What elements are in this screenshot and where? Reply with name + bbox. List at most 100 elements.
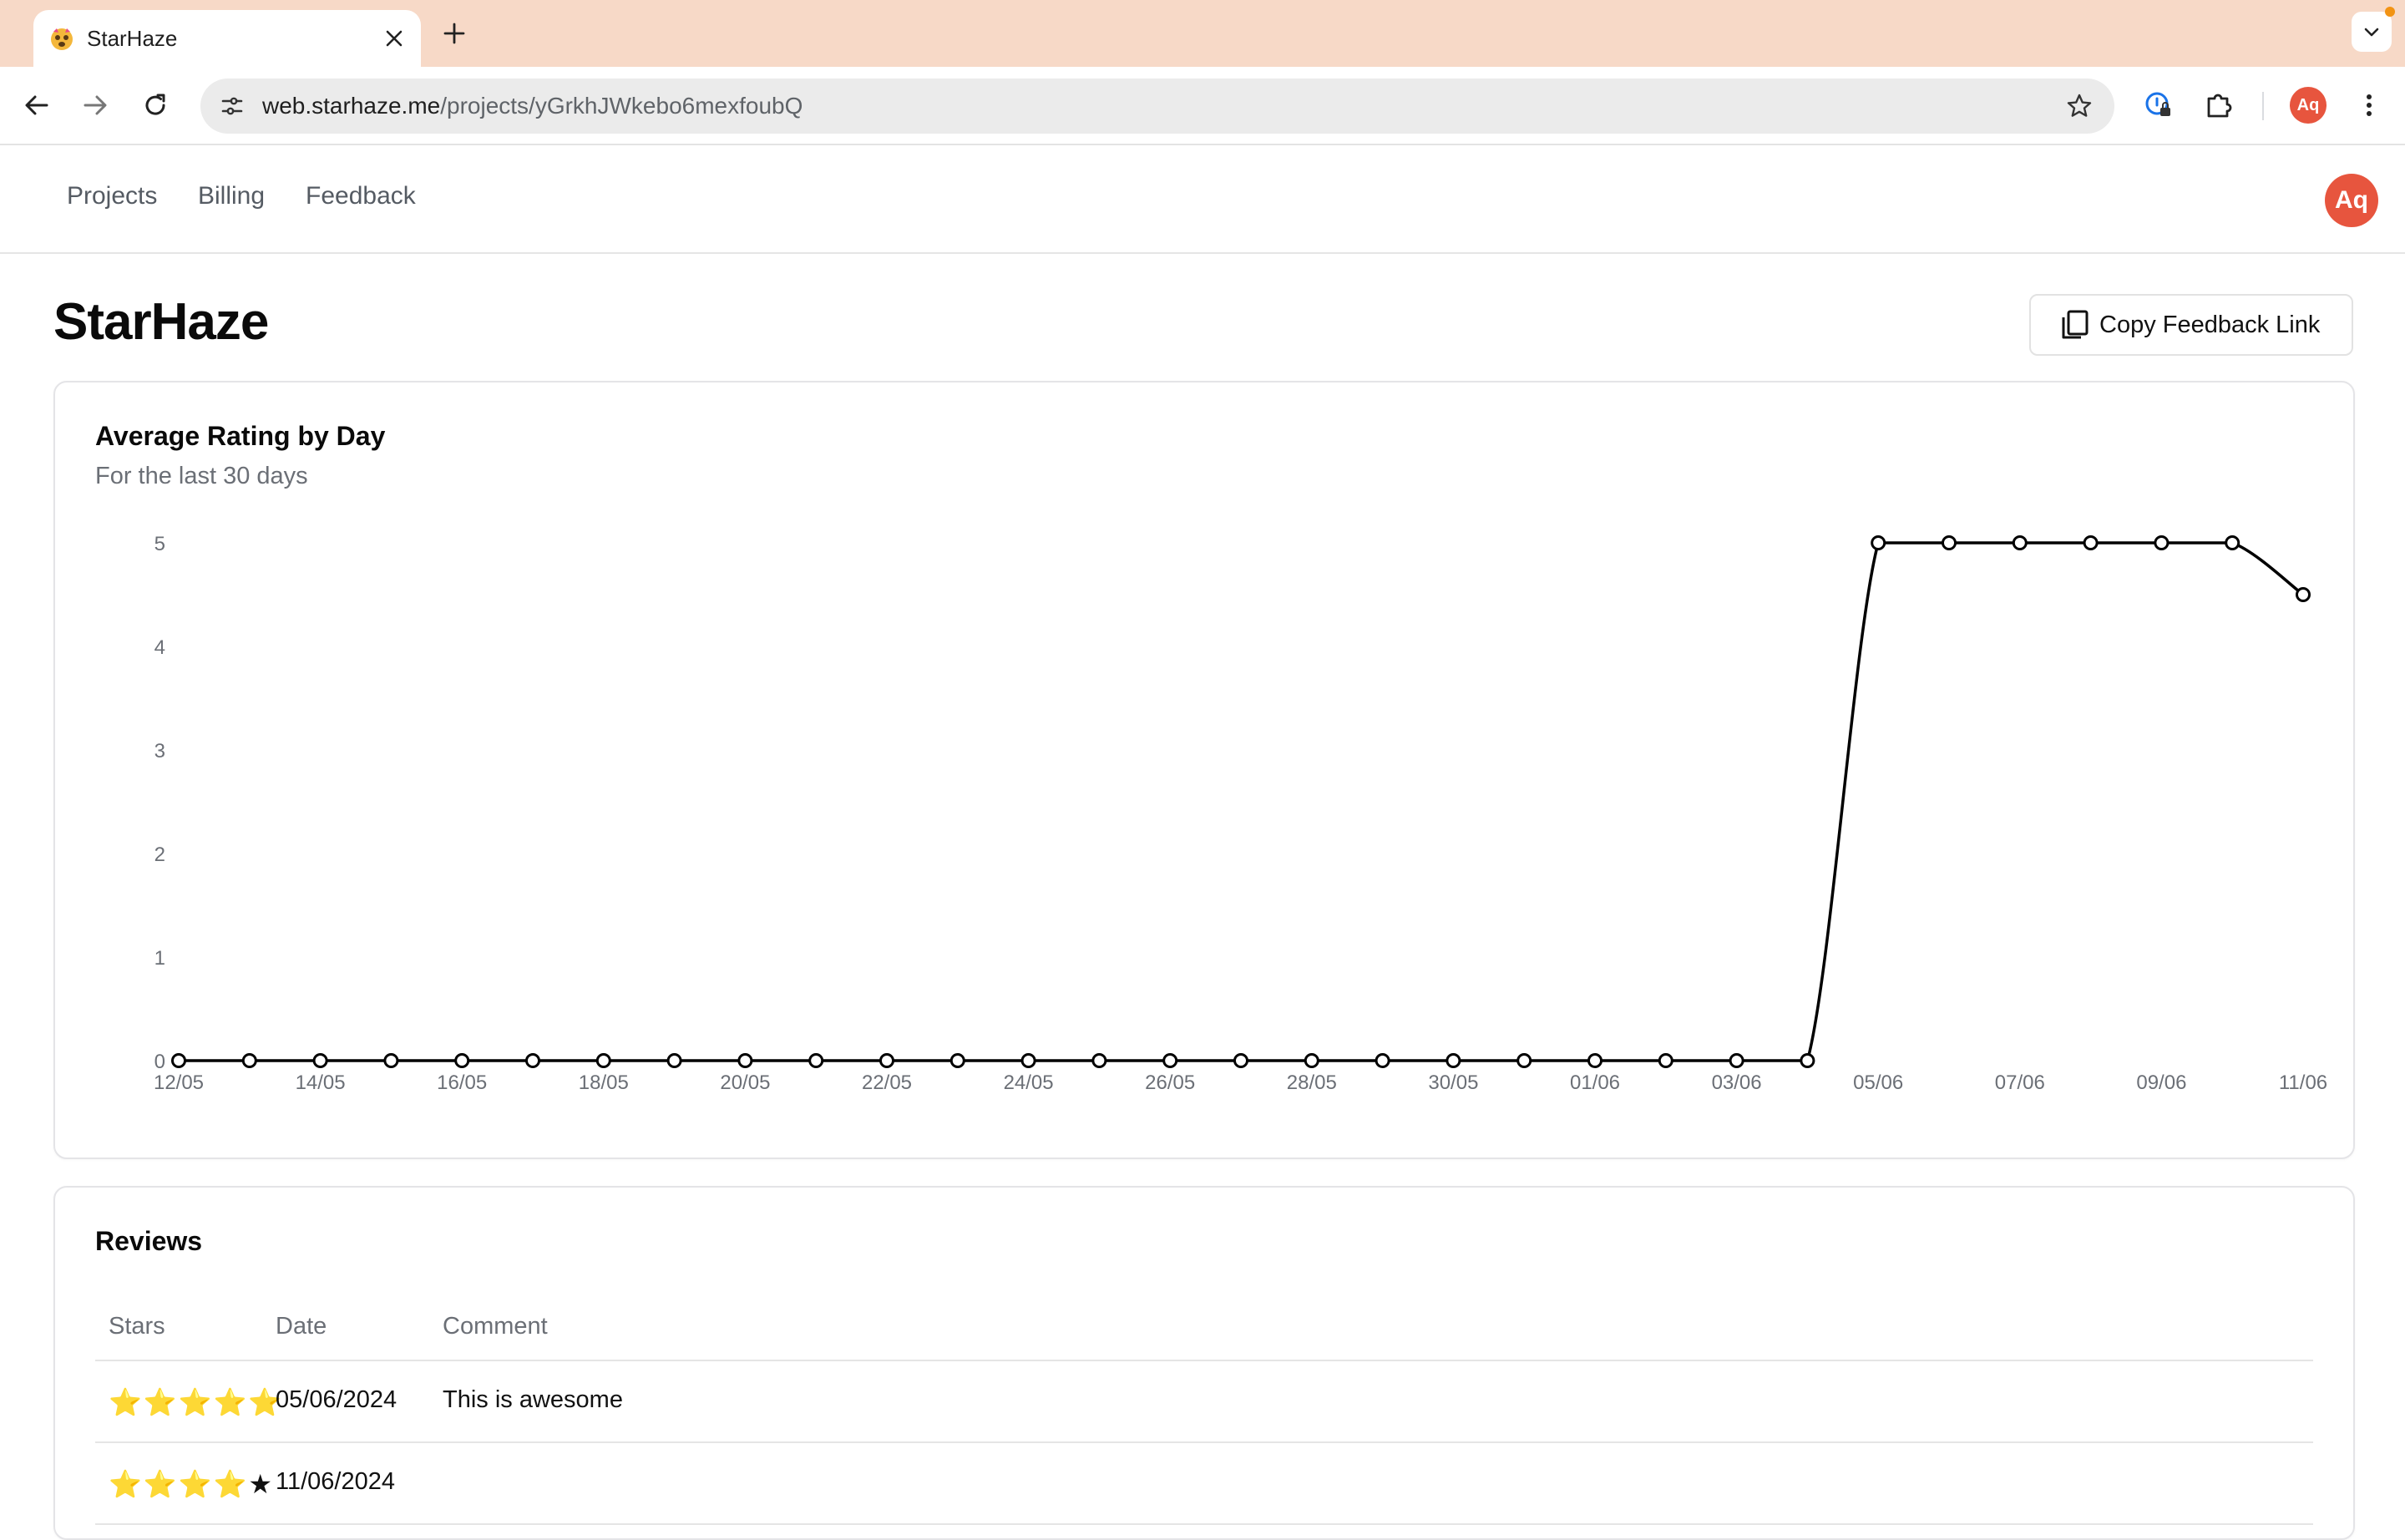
x-tick-label: 03/06 <box>1712 1071 1762 1094</box>
url-path: /projects/yGrkhJWkebo6mexfoubQ <box>440 93 803 119</box>
x-tick-label: 11/06 <box>2279 1071 2327 1094</box>
nav-link-feedback[interactable]: Feedback <box>306 182 416 210</box>
page-title: StarHaze <box>53 293 269 351</box>
y-tick-label: 2 <box>154 843 165 866</box>
x-tick-label: 14/05 <box>296 1071 346 1094</box>
star-rating: ⭐⭐⭐⭐⭐ <box>109 1386 283 1418</box>
user-avatar[interactable]: Aq <box>2325 174 2378 227</box>
nav-link-projects[interactable]: Projects <box>67 182 157 210</box>
filled-star-icon: ⭐ <box>109 1387 144 1417</box>
data-point[interactable] <box>1658 1053 1673 1068</box>
data-point[interactable] <box>525 1053 540 1068</box>
reviews-table-header: Stars Date Comment <box>95 1293 2313 1361</box>
y-tick-label: 4 <box>154 636 165 659</box>
x-tick-label: 12/05 <box>154 1071 204 1094</box>
x-tick-label: 16/05 <box>437 1071 487 1094</box>
data-point[interactable] <box>666 1053 682 1068</box>
reviews-table-body: ⭐⭐⭐⭐⭐ 05/06/2024 This is awesome ⭐⭐⭐⭐★ 11/06… <box>95 1361 2313 1525</box>
address-bar[interactable]: web.starhaze.me/projects/yGrkhJWkebo6mex… <box>200 79 2114 134</box>
data-point[interactable] <box>879 1053 894 1068</box>
column-header-stars: Stars <box>109 1313 165 1340</box>
reviews-card: Reviews Stars Date Comment ⭐⭐⭐⭐⭐ 05/06/20… <box>53 1186 2355 1540</box>
browser-toolbar: web.starhaze.me/projects/yGrkhJWkebo6mex… <box>0 67 2405 145</box>
nav-link-billing[interactable]: Billing <box>198 182 265 210</box>
close-icon[interactable] <box>381 25 408 52</box>
filled-star-icon: ⭐ <box>213 1469 249 1499</box>
empty-star-icon: ★ <box>248 1469 275 1499</box>
filled-star-icon: ⭐ <box>213 1387 249 1417</box>
plus-icon[interactable] <box>438 17 471 50</box>
data-point[interactable] <box>383 1053 399 1068</box>
column-header-date: Date <box>276 1313 327 1340</box>
more-vert-icon[interactable] <box>2350 86 2388 124</box>
reviews-table: Stars Date Comment ⭐⭐⭐⭐⭐ 05/06/2024 This i… <box>95 1293 2313 1525</box>
data-point[interactable] <box>1233 1053 1248 1068</box>
reviews-title: Reviews <box>95 1226 203 1256</box>
puzzle-icon[interactable] <box>2200 86 2238 124</box>
data-point[interactable] <box>2296 587 2311 602</box>
filled-star-icon: ⭐ <box>109 1469 144 1499</box>
review-date: 11/06/2024 <box>276 1468 395 1495</box>
data-point[interactable] <box>312 1053 328 1068</box>
x-tick-label: 07/06 <box>1995 1071 2045 1094</box>
x-tick-label: 24/05 <box>1004 1071 1054 1094</box>
y-tick-label: 3 <box>154 740 165 762</box>
tab-title: StarHaze <box>87 25 178 51</box>
data-point[interactable] <box>2225 535 2240 550</box>
data-point[interactable] <box>2083 535 2099 550</box>
data-point[interactable] <box>1871 535 1886 550</box>
data-point[interactable] <box>1516 1053 1532 1068</box>
y-tick-label: 1 <box>154 947 165 970</box>
data-point[interactable] <box>1020 1053 1036 1068</box>
url-text: web.starhaze.me/projects/yGrkhJWkebo6mex… <box>262 79 803 134</box>
notification-dot <box>2385 7 2395 17</box>
data-point[interactable] <box>241 1053 257 1068</box>
data-point[interactable] <box>171 1053 186 1068</box>
chevron-down-icon[interactable] <box>2352 12 2392 52</box>
data-point[interactable] <box>949 1053 965 1068</box>
app-nav-bar: Projects Billing Feedback Aq <box>0 145 2405 254</box>
data-point[interactable] <box>1942 535 1957 550</box>
x-tick-label: 09/06 <box>2136 1071 2186 1094</box>
x-tick-label: 22/05 <box>862 1071 912 1094</box>
x-tick-label: 30/05 <box>1428 1071 1478 1094</box>
filled-star-icon: ⭐ <box>178 1469 214 1499</box>
data-point[interactable] <box>808 1053 824 1068</box>
star-icon[interactable] <box>2061 88 2098 124</box>
toolbar-separator <box>2262 92 2264 120</box>
data-point[interactable] <box>454 1053 470 1068</box>
site-settings-icon[interactable] <box>215 89 249 123</box>
data-point[interactable] <box>595 1053 611 1068</box>
data-point[interactable] <box>737 1053 753 1068</box>
x-tick-label: 28/05 <box>1287 1071 1337 1094</box>
data-point[interactable] <box>1587 1053 1602 1068</box>
browser-tab-strip: StarHaze <box>0 0 2405 67</box>
profile-avatar[interactable]: Aq <box>2290 87 2327 124</box>
data-point[interactable] <box>1729 1053 1744 1068</box>
rating-series-line <box>179 541 2305 1062</box>
data-point[interactable] <box>1800 1053 1815 1068</box>
x-tick-label: 18/05 <box>579 1071 629 1094</box>
reload-icon[interactable] <box>137 87 174 124</box>
table-row: ⭐⭐⭐⭐★ 11/06/2024 <box>95 1443 2313 1525</box>
y-tick-label: 0 <box>154 1051 165 1073</box>
data-point[interactable] <box>1162 1053 1178 1068</box>
data-point[interactable] <box>1304 1053 1319 1068</box>
back-arrow-icon[interactable] <box>18 87 55 124</box>
data-point[interactable] <box>2012 535 2028 550</box>
x-tick-label: 26/05 <box>1145 1071 1195 1094</box>
filled-star-icon: ⭐ <box>143 1469 179 1499</box>
review-date: 05/06/2024 <box>276 1386 397 1413</box>
table-row: ⭐⭐⭐⭐⭐ 05/06/2024 This is awesome <box>95 1361 2313 1443</box>
forward-arrow-icon[interactable] <box>77 87 114 124</box>
data-point[interactable] <box>1375 1053 1390 1068</box>
copy-feedback-link-label: Copy Feedback Link <box>2099 312 2321 338</box>
copy-feedback-link-button[interactable]: Copy Feedback Link <box>2029 294 2353 356</box>
password-manager-icon[interactable] <box>2139 86 2178 124</box>
data-point[interactable] <box>2154 535 2170 550</box>
column-header-comment: Comment <box>443 1313 548 1340</box>
browser-tab[interactable]: StarHaze <box>33 10 421 67</box>
data-point[interactable] <box>1091 1053 1107 1068</box>
x-tick-label: 20/05 <box>720 1071 770 1094</box>
data-point[interactable] <box>1446 1053 1461 1068</box>
